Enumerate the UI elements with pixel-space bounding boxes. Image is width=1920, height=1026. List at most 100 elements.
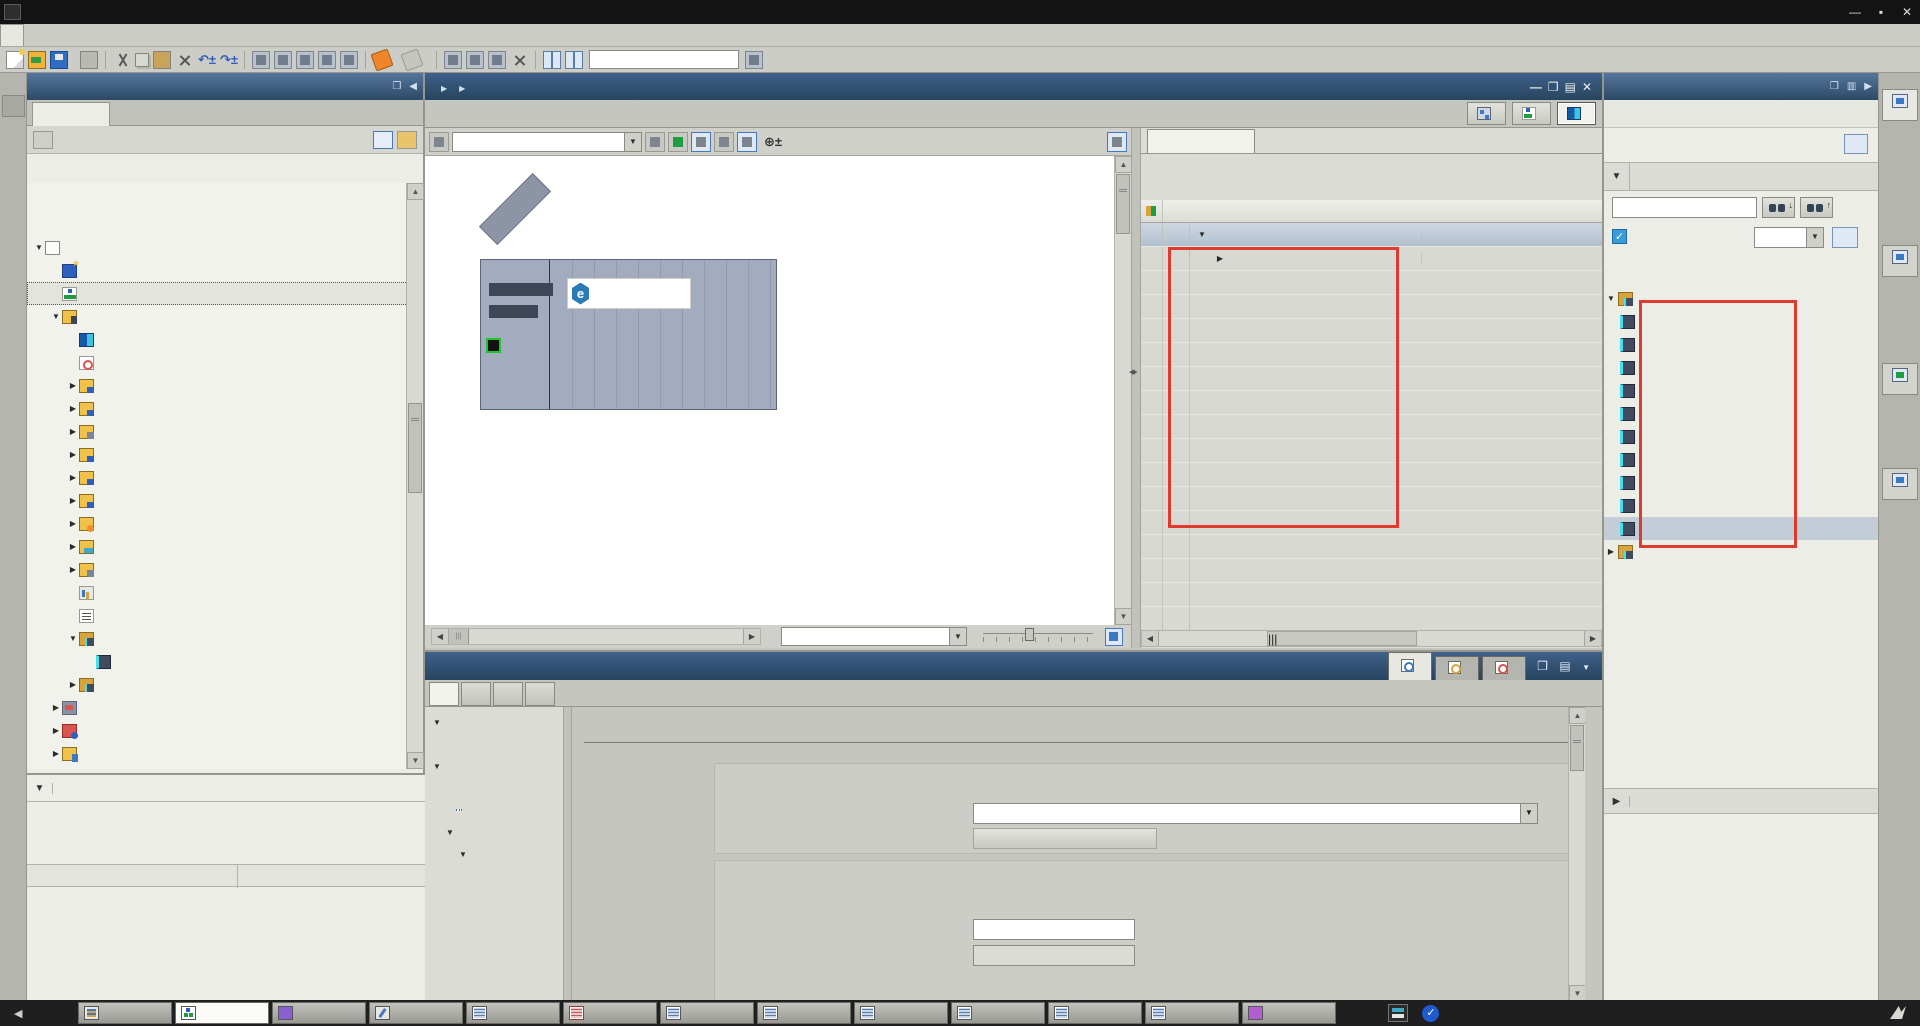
preview-window-icon[interactable] [1844,134,1868,154]
expand-arrow-icon[interactable]: ▼ [457,850,469,859]
sync-icon[interactable] [1107,132,1127,152]
view-tab-topology[interactable] [1467,102,1506,125]
catalog-info-bar[interactable]: ▶ [1604,788,1880,814]
expand-arrow-icon[interactable]: ▼ [1196,230,1208,239]
tree-item[interactable] [27,282,408,305]
taskbar-item[interactable] [854,1002,948,1024]
taskbar-item[interactable] [563,1002,657,1024]
show-addresses-icon[interactable] [645,132,665,152]
tree-item[interactable]: ▶ [27,673,408,696]
subnet-select[interactable]: ▼ [973,803,1538,824]
tree-item[interactable] [27,328,408,351]
canvas-vertical-scrollbar[interactable]: ▲ ▼ [1114,156,1131,625]
catalog-module[interactable] [1604,425,1880,448]
taskbar-item[interactable] [951,1002,1045,1024]
overview-row[interactable] [1141,319,1602,343]
tree-item[interactable]: ▶ [27,558,408,581]
properties-scrollbar[interactable]: ▲ ▼ [1568,707,1585,1002]
scroll-down-icon[interactable]: ▼ [1115,608,1132,625]
restore-window-icon[interactable] [466,51,484,69]
menu-item[interactable] [90,24,112,46]
scroll-up-icon[interactable]: ▲ [1115,156,1132,173]
filter-checkbox[interactable]: ✓ [1612,229,1627,244]
expand-arrow-icon[interactable]: ▶ [67,519,79,528]
maximize-icon[interactable]: ▪ [1868,1,1894,23]
embed-editor-icon[interactable]: ▤ [1565,80,1576,94]
tree-item[interactable] [27,351,408,374]
tree-item[interactable]: ▼ [27,627,408,650]
collapse-catalog-icon[interactable]: ▼ [1604,163,1630,190]
menu-item[interactable] [156,24,178,46]
tree-item[interactable]: ▶ [27,742,408,765]
zoom-slider[interactable] [983,628,1093,645]
overview-row[interactable] [1141,487,1602,511]
chevron-down-icon[interactable]: ▼ [624,133,641,151]
tab-device-overview[interactable] [1147,129,1255,153]
pin-panel-icon[interactable]: ❒ [392,81,401,92]
show-tags-icon[interactable] [668,132,688,152]
float-panel-icon[interactable]: ❒ [1537,659,1552,673]
vertical-tab-libraries[interactable] [1882,468,1918,500]
overview-row[interactable]: ▶ [1141,247,1602,271]
network-coupling-icon[interactable] [429,132,449,152]
menu-item[interactable] [46,24,68,46]
prop-nav-item[interactable] [425,865,563,887]
properties-splitter[interactable] [563,707,572,1002]
taskbar-item[interactable] [175,1002,269,1024]
new-project-icon[interactable] [6,51,24,69]
tab-devices[interactable] [32,102,110,126]
split-vertical-icon[interactable] [565,51,583,69]
catalog-group-modules[interactable]: ▼ [1604,287,1880,310]
chevron-down-icon[interactable]: ▼ [1520,804,1537,823]
scroll-down-icon[interactable]: ▼ [407,752,424,769]
expand-arrow-icon[interactable]: ▶ [67,404,79,413]
scrollbar-thumb[interactable] [1570,725,1584,771]
stop-cpu-icon[interactable] [340,51,358,69]
prop-nav-item[interactable]: ▼ [425,843,563,865]
tree-item[interactable]: ▶ [27,719,408,742]
expand-arrow-icon[interactable]: ▼ [50,312,62,321]
grid-icon[interactable] [714,132,734,152]
delete-icon[interactable] [175,51,193,69]
expand-arrow-icon[interactable]: ▶ [67,450,79,459]
profile-select[interactable]: ▼ [1754,227,1824,248]
catalog-module[interactable] [1604,517,1880,540]
prop-nav-item[interactable]: ▼ [425,755,563,777]
array-window-icon[interactable] [488,51,506,69]
expand-arrow-icon[interactable]: ▶ [50,703,62,712]
search-go-icon[interactable] [745,51,763,69]
module-cell[interactable]: ▼ [1190,230,1422,239]
tree-item[interactable]: ▶ [27,489,408,512]
cross-reference-icon[interactable] [510,51,528,69]
overview-row[interactable] [1141,271,1602,295]
expand-arrow-icon[interactable]: ▶ [67,381,79,390]
edit-profile-icon[interactable] [1832,227,1858,248]
overview-row[interactable] [1141,415,1602,439]
device-name-label[interactable] [479,173,551,245]
tree-item[interactable]: ▶ [27,420,408,443]
subnet-mask-field[interactable] [973,945,1135,966]
expand-arrow-icon[interactable]: ▼ [431,762,443,771]
expand-arrow-icon[interactable]: ▼ [1604,294,1618,303]
scroll-right-icon[interactable]: ▶ [743,629,760,644]
float-panel-icon[interactable]: ❒ [1830,81,1839,92]
export-module-icon[interactable] [397,131,417,149]
scroll-up-icon[interactable]: ▲ [1569,707,1585,724]
subtab-2[interactable] [493,682,523,706]
close-editor-icon[interactable]: ✕ [1582,80,1592,94]
expand-info-icon[interactable]: ▶ [1604,796,1630,807]
search-up-icon[interactable] [1800,197,1833,218]
devices-networks-vertical-tab[interactable] [2,95,25,117]
overview-row[interactable] [1141,343,1602,367]
tree-item[interactable]: ▼ [27,236,408,259]
chevron-down-icon[interactable]: ▼ [949,628,966,645]
catalog-module[interactable] [1604,379,1880,402]
tab-info[interactable] [1435,656,1479,680]
menu-panel-icon[interactable]: ▤ [1559,659,1574,673]
scroll-up-icon[interactable]: ▲ [407,183,424,200]
minimize-editor-icon[interactable]: — [1530,80,1542,94]
subtab-3[interactable] [525,682,555,706]
tab-properties[interactable] [1388,652,1432,680]
tree-item[interactable]: ▶ [27,696,408,719]
catalog-search-input[interactable] [1612,197,1757,218]
